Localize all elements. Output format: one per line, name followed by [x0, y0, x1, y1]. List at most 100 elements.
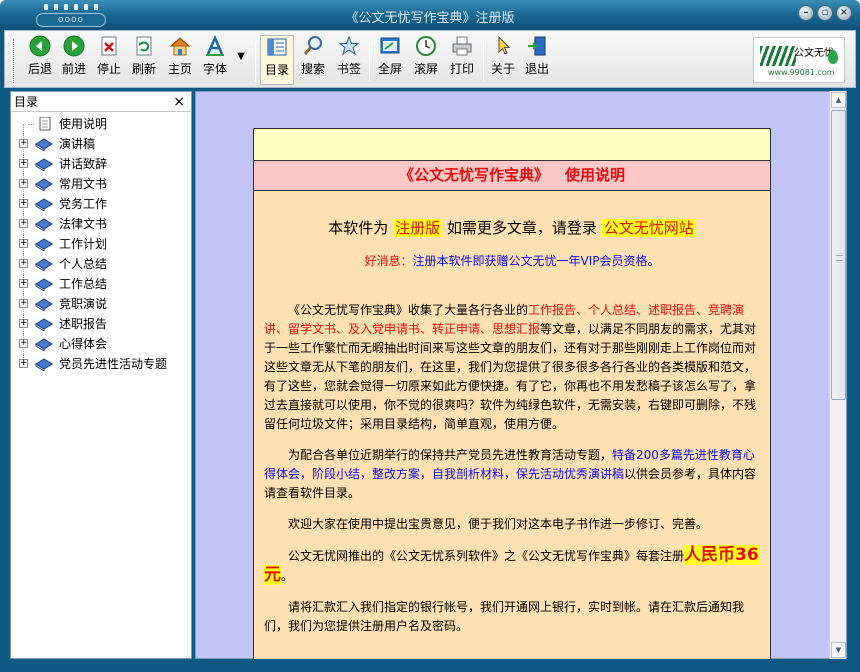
expand-icon[interactable]: + — [19, 319, 28, 328]
restore-button[interactable]: ▫ — [817, 5, 833, 21]
expand-icon[interactable]: + — [19, 159, 28, 168]
book-icon — [35, 218, 53, 231]
contents-button[interactable]: 目录 — [260, 35, 294, 85]
good-news-notice: 好消息：注册本软件即获赠公文无忧一年VIP会员资格。 — [364, 254, 660, 268]
exit-door-icon — [528, 36, 546, 56]
tree-item-usage[interactable]: 使用说明 — [17, 114, 191, 134]
book-icon — [35, 278, 53, 291]
scrollbar-thumb[interactable] — [831, 110, 846, 400]
expand-icon[interactable]: + — [19, 299, 28, 308]
font-dropdown-chevron-icon[interactable]: ▼ — [234, 51, 248, 65]
contents-panel: 目录 × 使用说明 + 演讲稿 + 讲话致辞 + 常用文书 + 党务工作 + 法… — [10, 91, 192, 659]
tree-item-speeches[interactable]: + 演讲稿 — [17, 134, 191, 154]
tree-item-legal-docs[interactable]: + 法律文书 — [17, 214, 191, 234]
book-icon — [35, 178, 53, 191]
close-panel-button[interactable]: × — [173, 92, 185, 112]
book-icon — [35, 298, 53, 311]
title-bar[interactable]: oooo 《公文无忧写作宝典》注册版 – ▫ × — [0, 0, 860, 30]
autoscroll-button[interactable]: 滚屏 — [410, 35, 442, 85]
scroll-up-arrow-icon[interactable]: ▲ — [831, 92, 846, 108]
feedback-paragraph: 欢迎大家在使用中提出宝贵意见，便于我们对这本电子书作进一步修订、完善。 — [288, 517, 709, 531]
pointer-icon — [498, 35, 511, 55]
fullscreen-button[interactable]: 全屏 — [374, 35, 406, 85]
expand-icon[interactable]: + — [19, 219, 28, 228]
font-button[interactable]: 字体 — [200, 35, 230, 85]
brand-stripes-icon — [760, 46, 796, 66]
tree-item-duty-report[interactable]: + 述职报告 — [17, 314, 191, 334]
book-icon — [35, 258, 53, 271]
toolbar-grip[interactable] — [13, 39, 16, 83]
edition-badge: 注册版 — [393, 219, 443, 237]
book-icon — [35, 318, 53, 331]
registration-line: 本软件为 注册版 如需更多文章，请登录 公文无忧网站 — [328, 219, 696, 237]
tree-item-competition-speech[interactable]: + 竞职演说 — [17, 294, 191, 314]
stop-icon — [101, 36, 117, 56]
expand-icon[interactable]: + — [19, 359, 28, 368]
page-icon — [39, 117, 51, 131]
expand-icon[interactable]: + — [19, 259, 28, 268]
website-link[interactable]: 公文无忧网站 — [601, 219, 696, 237]
tree-item-party-special[interactable]: + 党员先进性活动专题 — [17, 354, 191, 374]
home-icon — [169, 37, 191, 56]
contents-panel-header: 目录 × — [11, 92, 191, 112]
font-icon — [206, 35, 224, 56]
toolbar-separator — [255, 41, 256, 81]
window-bottom-border — [0, 660, 860, 672]
fullscreen-icon — [380, 37, 400, 54]
back-button[interactable]: 后退 — [25, 35, 55, 85]
book-icon — [35, 198, 53, 211]
book-icon — [35, 138, 53, 151]
expand-icon[interactable]: + — [19, 279, 28, 288]
document-page: 《公文无忧写作宝典》 使用说明 本软件为 注册版 如需更多文章，请登录 公文无忧网… — [253, 128, 771, 659]
close-button[interactable]: × — [836, 5, 852, 21]
stop-button[interactable]: 停止 — [94, 35, 124, 85]
back-arrow-icon — [29, 35, 51, 57]
scroll-down-arrow-icon[interactable]: ▼ — [831, 642, 846, 658]
autoscroll-clock-icon — [416, 36, 436, 56]
bookmark-star-icon — [338, 35, 360, 56]
expand-icon[interactable]: + — [19, 179, 28, 188]
tree-item-work-plan[interactable]: + 工作计划 — [17, 234, 191, 254]
about-button[interactable]: 关于 — [488, 35, 518, 85]
search-button[interactable]: 搜索 — [297, 35, 329, 85]
book-icon — [35, 158, 53, 171]
brand-logo: 公文无忧 www.99081.com — [753, 37, 845, 83]
document-header-band — [254, 129, 770, 161]
tree-item-personal-summary[interactable]: + 个人总结 — [17, 254, 191, 274]
tree-item-work-summary[interactable]: + 工作总结 — [17, 274, 191, 294]
expand-icon[interactable]: + — [19, 139, 28, 148]
vertical-scrollbar[interactable]: ▲ ▼ — [829, 91, 846, 659]
tree-item-addresses[interactable]: + 讲话致辞 — [17, 154, 191, 174]
refresh-button[interactable]: 刷新 — [129, 35, 159, 85]
toolbar-separator — [369, 41, 370, 81]
print-button[interactable]: 打印 — [446, 35, 478, 85]
book-icon — [35, 358, 53, 371]
tree-item-reflections[interactable]: + 心得体会 — [17, 334, 191, 354]
forward-arrow-icon — [63, 35, 85, 57]
contents-panel-title: 目录 — [14, 95, 39, 109]
minimize-button[interactable]: – — [798, 5, 814, 21]
forward-button[interactable]: 前进 — [59, 35, 89, 85]
app-window: oooo 《公文无忧写作宝典》注册版 – ▫ × 后退 前进 停止 刷新 主页 … — [0, 0, 860, 672]
expand-icon[interactable]: + — [19, 339, 28, 348]
bookmark-button[interactable]: 书签 — [333, 35, 365, 85]
window-title: 《公文无忧写作宝典》注册版 — [345, 11, 515, 26]
price-paragraph: 公文无忧网推出的《公文无忧系列软件》之《公文无忧写作宝典》每套注册人民币36元。 — [264, 545, 759, 585]
contents-icon — [267, 38, 287, 56]
printer-icon — [452, 36, 472, 56]
book-icon — [35, 238, 53, 251]
home-button[interactable]: 主页 — [165, 35, 195, 85]
exit-button[interactable]: 退出 — [522, 35, 552, 85]
expand-icon[interactable]: + — [19, 239, 28, 248]
contents-tree: 使用说明 + 演讲稿 + 讲话致辞 + 常用文书 + 党务工作 + 法律文书 +… — [17, 114, 191, 374]
expand-icon[interactable]: + — [19, 199, 28, 208]
toolbar: 后退 前进 停止 刷新 主页 字体 ▼ 目录 搜索 书签 全屏 滚屏 打印 关于… — [4, 30, 856, 88]
tree-item-party-work[interactable]: + 党务工作 — [17, 194, 191, 214]
document-title: 《公文无忧写作宝典》 使用说明 — [254, 161, 770, 191]
brand-drop-icon — [828, 50, 838, 64]
tree-item-common-docs[interactable]: + 常用文书 — [17, 174, 191, 194]
toolbar-separator — [483, 41, 484, 81]
refresh-icon — [136, 36, 152, 56]
special-topic-paragraph: 为配合各单位近期举行的保持共产党员先进性教育活动专题，特备200多篇先进性教育心… — [264, 448, 757, 500]
search-icon — [303, 36, 322, 55]
